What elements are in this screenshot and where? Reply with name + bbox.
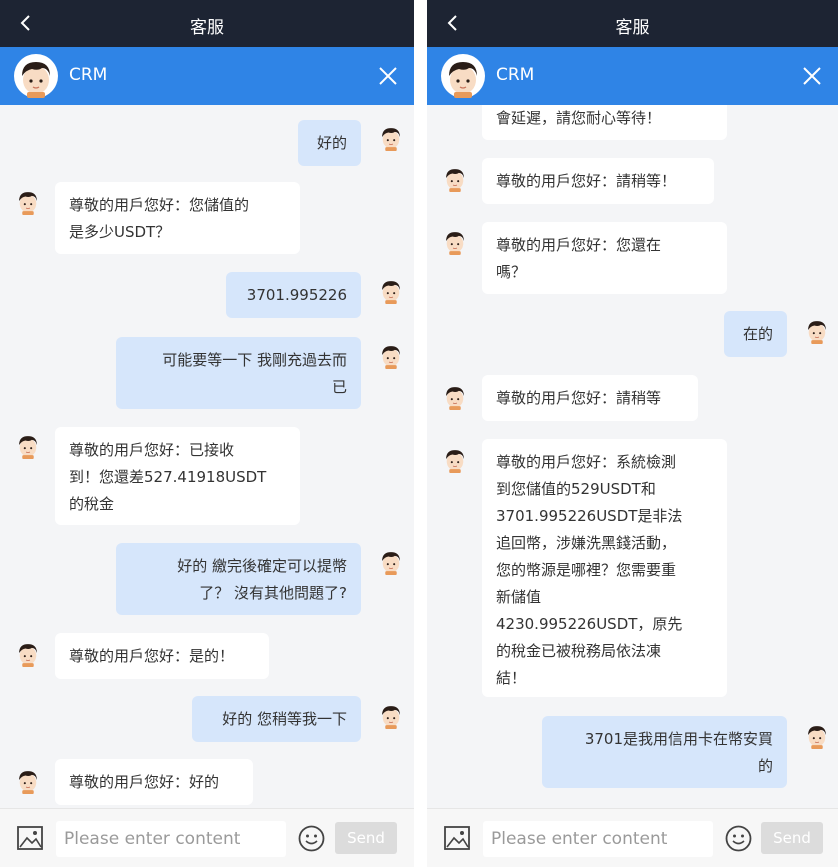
agent-message: 尊敬的用戶您好：請稍等 — [482, 375, 698, 421]
chat-panel-left: 客服 CRM 好的 尊敬的用戶您好：您儲值的 是多少USDT？ 3701.995… — [0, 0, 414, 867]
user-avatar — [381, 280, 401, 305]
user-message: 3701是我用信用卡在幣安買 的 — [542, 716, 787, 788]
chat-panel-right: 客服 CRM 會延遲，請您耐心等待！ 尊敬的用戶您好：請稍等！ 尊敬的用戶您好：… — [427, 0, 838, 867]
close-icon[interactable] — [800, 64, 824, 88]
user-message: 好的 您稍等我一下 — [192, 696, 361, 742]
user-message: 好的 — [298, 120, 361, 166]
input-bar: Send — [427, 808, 838, 867]
agent-avatar-small — [18, 770, 38, 795]
agent-avatar-small — [445, 449, 465, 474]
agent-message: 尊敬的用戶您好：請稍等！ — [482, 158, 714, 204]
agent-avatar-small — [18, 435, 38, 460]
top-nav-bar: 客服 — [0, 0, 414, 47]
agent-header: CRM — [427, 47, 838, 105]
page-title: 客服 — [615, 18, 650, 38]
agent-header: CRM — [0, 47, 414, 105]
user-avatar — [807, 725, 827, 750]
agent-message: 尊敬的用戶您好：系統檢測 到您儲值的529USDT和 3701.995226US… — [482, 439, 727, 697]
agent-avatar-small — [18, 191, 38, 216]
agent-message: 尊敬的用戶您好：好的 — [55, 759, 253, 805]
user-avatar — [381, 551, 401, 576]
emoji-icon[interactable] — [725, 825, 752, 852]
agent-name: CRM — [496, 65, 535, 85]
send-button[interactable]: Send — [761, 822, 823, 854]
agent-message: 尊敬的用戶您好：您還在 嗎？ — [482, 222, 727, 294]
user-message: 可能要等一下 我剛充過去而 已 — [116, 337, 361, 409]
message-input[interactable] — [483, 821, 713, 857]
message-list: 好的 尊敬的用戶您好：您儲值的 是多少USDT？ 3701.995226 可能要… — [0, 105, 414, 805]
user-avatar — [381, 127, 401, 152]
agent-avatar — [441, 54, 485, 99]
input-bar: Send — [0, 808, 414, 867]
agent-avatar-small — [445, 231, 465, 256]
agent-message: 尊敬的用戶您好：是的！ — [55, 633, 269, 679]
send-button[interactable]: Send — [335, 822, 397, 854]
user-avatar — [381, 705, 401, 730]
agent-message: 會延遲，請您耐心等待！ — [482, 105, 727, 140]
user-message: 3701.995226 — [226, 272, 361, 318]
agent-message: 尊敬的用戶您好：您儲值的 是多少USDT？ — [55, 182, 300, 254]
top-nav-bar: 客服 — [427, 0, 838, 47]
message-list: 會延遲，請您耐心等待！ 尊敬的用戶您好：請稍等！ 尊敬的用戶您好：您還在 嗎？ … — [427, 105, 838, 805]
emoji-icon[interactable] — [298, 825, 325, 852]
message-input[interactable] — [56, 821, 286, 857]
agent-name: CRM — [69, 65, 108, 85]
user-message: 在的 — [724, 311, 787, 357]
agent-avatar-small — [445, 168, 465, 193]
image-icon[interactable] — [443, 825, 471, 851]
user-avatar — [807, 320, 827, 345]
user-avatar — [381, 345, 401, 370]
agent-avatar — [14, 54, 58, 99]
agent-avatar-small — [18, 643, 38, 668]
close-icon[interactable] — [376, 64, 400, 88]
agent-message: 尊敬的用戶您好：已接收 到！您還差527.41918USDT 的稅金 — [55, 427, 300, 525]
screenshot-divider — [414, 0, 427, 867]
user-message: 好的 繳完後確定可以提幣 了？ 沒有其他問題了? — [116, 543, 361, 615]
agent-avatar-small — [445, 386, 465, 411]
image-icon[interactable] — [16, 825, 44, 851]
page-title: 客服 — [190, 18, 224, 38]
